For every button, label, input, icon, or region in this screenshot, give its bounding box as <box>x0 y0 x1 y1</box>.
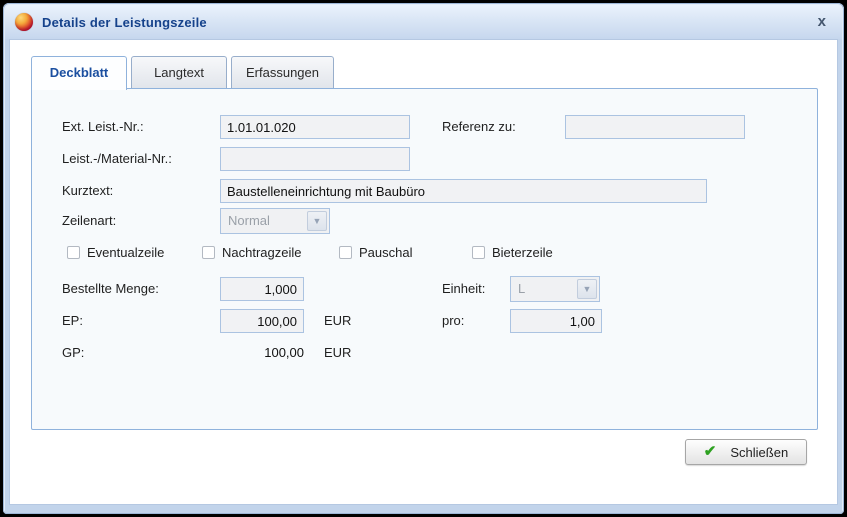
kurztext-input[interactable] <box>220 179 707 203</box>
einheit-value: L <box>511 277 575 301</box>
ext-leist-nr-input[interactable] <box>220 115 410 139</box>
zeilenart-combobox[interactable]: Normal ▼ <box>220 208 330 234</box>
checkbox-label: Eventualzeile <box>87 245 164 260</box>
check-icon: ✔ <box>704 445 717 459</box>
pro-label: pro: <box>442 309 464 333</box>
leist-material-nr-label: Leist.-/Material-Nr.: <box>62 147 172 171</box>
pro-input[interactable] <box>510 309 602 333</box>
leist-material-nr-input[interactable] <box>220 147 410 171</box>
ep-input[interactable] <box>220 309 304 333</box>
referenz-zu-input[interactable] <box>565 115 745 139</box>
checkbox-box[interactable] <box>67 246 80 259</box>
dialog-window: Details der Leistungszeile x Deckblatt L… <box>3 3 844 514</box>
checkbox-box[interactable] <box>339 246 352 259</box>
gp-label: GP: <box>62 341 84 365</box>
ep-label: EP: <box>62 309 83 333</box>
dialog-body: Deckblatt Langtext Erfassungen Ext. Leis… <box>9 39 838 505</box>
tab-panel-deckblatt: Ext. Leist.-Nr.: Referenz zu: Leist.-/Ma… <box>31 88 818 430</box>
schliessen-button[interactable]: ✔ Schließen <box>685 439 807 465</box>
checkbox-bieterzeile[interactable]: Bieterzeile <box>472 244 553 260</box>
dialog-title: Details der Leistungszeile <box>42 15 207 30</box>
kurztext-label: Kurztext: <box>62 179 113 203</box>
checkbox-nachtragzeile[interactable]: Nachtragzeile <box>202 244 302 260</box>
ep-currency: EUR <box>324 309 351 333</box>
referenz-zu-label: Referenz zu: <box>442 115 516 139</box>
checkbox-label: Nachtragzeile <box>222 245 302 260</box>
checkbox-eventualzeile[interactable]: Eventualzeile <box>67 244 164 260</box>
zeilenart-label: Zeilenart: <box>62 209 116 233</box>
tab-erfassungen[interactable]: Erfassungen <box>231 56 334 88</box>
checkbox-label: Pauschal <box>359 245 412 260</box>
tab-strip: Deckblatt Langtext Erfassungen <box>31 56 334 89</box>
gp-value: 100,00 <box>220 341 304 365</box>
schliessen-button-label: Schließen <box>730 445 788 460</box>
app-logo-icon <box>15 13 33 31</box>
gp-currency: EUR <box>324 341 351 365</box>
checkbox-box[interactable] <box>472 246 485 259</box>
checkbox-label: Bieterzeile <box>492 245 553 260</box>
chevron-down-icon[interactable]: ▼ <box>577 279 597 299</box>
bestellte-menge-label: Bestellte Menge: <box>62 277 159 301</box>
tab-langtext[interactable]: Langtext <box>131 56 227 88</box>
close-icon[interactable]: x <box>814 12 830 32</box>
dialog-titlebar[interactable]: Details der Leistungszeile x <box>5 5 842 39</box>
tab-deckblatt[interactable]: Deckblatt <box>31 56 127 90</box>
checkbox-pauschal[interactable]: Pauschal <box>339 244 412 260</box>
zeilenart-value: Normal <box>221 209 305 233</box>
einheit-label: Einheit: <box>442 277 485 301</box>
bestellte-menge-input[interactable] <box>220 277 304 301</box>
ext-leist-nr-label: Ext. Leist.-Nr.: <box>62 115 144 139</box>
einheit-combobox[interactable]: L ▼ <box>510 276 600 302</box>
chevron-down-icon[interactable]: ▼ <box>307 211 327 231</box>
checkbox-box[interactable] <box>202 246 215 259</box>
